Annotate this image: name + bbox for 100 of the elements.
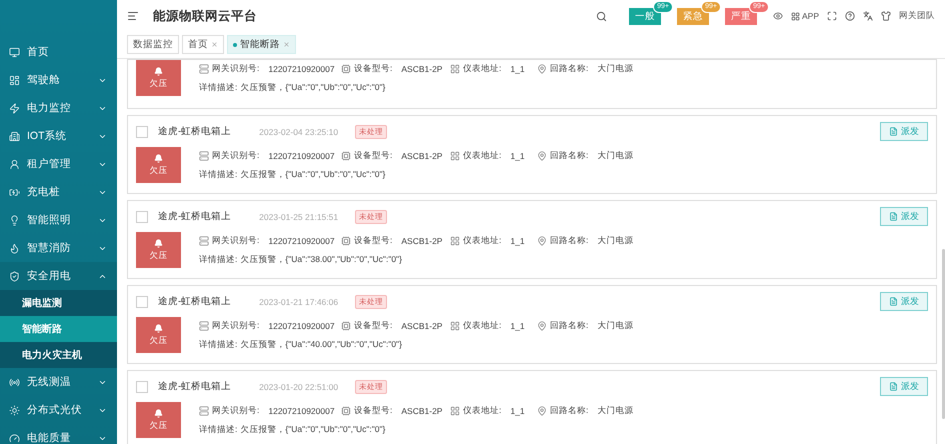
app-link[interactable]: APP bbox=[790, 11, 819, 21]
sidebar-item[interactable]: 分布式光伏 bbox=[0, 396, 117, 424]
description-text: 欠压报警，{"Ua":"0","Ub":"0","Uc":"0"} bbox=[240, 424, 386, 436]
field-value: 1_1 bbox=[510, 320, 525, 330]
field-icon bbox=[450, 150, 460, 160]
field-label: 网关识别号: bbox=[212, 150, 260, 162]
field-label: 设备型号: bbox=[354, 320, 392, 332]
dispatch-button[interactable]: 派发 bbox=[880, 122, 928, 141]
field-label: 网关识别号: bbox=[212, 62, 260, 74]
page-tab[interactable]: 智能断路 bbox=[227, 35, 296, 54]
field-value: 12207210920007 bbox=[268, 406, 335, 416]
field-icon bbox=[450, 320, 460, 330]
field-icon bbox=[450, 406, 460, 416]
document-icon bbox=[889, 382, 898, 391]
field-value: 12207210920007 bbox=[268, 64, 335, 74]
description-text: 欠压预警，{"Ua":"40.00","Ub":"0","Uc":"0"} bbox=[240, 338, 402, 350]
menu-icon bbox=[9, 158, 20, 170]
sidebar-subitem[interactable]: 电力火灾主机 bbox=[0, 342, 117, 368]
alarm-level-badge[interactable]: 一般 bbox=[628, 8, 661, 24]
field-value: 大门电源 bbox=[597, 150, 634, 162]
sidebar-item[interactable]: 驾驶舱 bbox=[0, 66, 117, 94]
field-label: 设备型号: bbox=[354, 150, 392, 162]
field-value: 大门电源 bbox=[597, 62, 634, 74]
sidebar-item[interactable]: 智能照明 bbox=[0, 206, 117, 234]
alarm-level-badge[interactable]: 严重 bbox=[724, 8, 757, 24]
sidebar-subitem[interactable]: 漏电监测 bbox=[0, 290, 117, 316]
search-icon[interactable] bbox=[596, 10, 607, 22]
field-icon bbox=[341, 236, 351, 246]
description-text: 欠压预警，{"Ua":"0","Ub":"0","Uc":"0"} bbox=[240, 82, 386, 94]
sidebar-subitem[interactable]: 智能断路 bbox=[0, 316, 117, 342]
checkbox[interactable] bbox=[136, 296, 148, 308]
fullscreen-icon[interactable] bbox=[827, 11, 837, 21]
sidebar-item[interactable]: 电能质量 bbox=[0, 424, 117, 444]
description-label: 详情描述: bbox=[199, 424, 238, 436]
field-icon bbox=[199, 320, 209, 330]
field-label: 仪表地址: bbox=[463, 320, 502, 332]
description-label: 详情描述: bbox=[199, 254, 238, 266]
field-label: 网关识别号: bbox=[212, 320, 260, 332]
field-label: 设备型号: bbox=[354, 404, 392, 416]
description-text: 欠压预警，{"Ua":"38.00","Ub":"0","Uc":"0"} bbox=[240, 254, 402, 266]
sidebar-item[interactable]: 租户管理 bbox=[0, 150, 117, 178]
scrollbar[interactable] bbox=[942, 249, 945, 419]
app-title: 能源物联网云平台 bbox=[153, 8, 258, 24]
checkbox[interactable] bbox=[136, 380, 148, 392]
menu-icon bbox=[9, 404, 20, 416]
document-icon bbox=[889, 212, 898, 221]
alarm-type-block: 欠压 bbox=[136, 317, 181, 353]
field-icon bbox=[537, 320, 547, 330]
page-tab[interactable]: 首页 bbox=[182, 35, 224, 54]
menu-icon[interactable] bbox=[127, 10, 139, 22]
field-label: 仪表地址: bbox=[463, 62, 502, 74]
field-icon bbox=[341, 150, 351, 160]
shirt-icon[interactable] bbox=[881, 11, 891, 21]
grid-icon bbox=[790, 12, 800, 20]
field-label: 仪表地址: bbox=[463, 234, 502, 246]
field-icon bbox=[450, 236, 460, 246]
description-text: 欠压报警，{"Ua":"0","Ub":"0","Uc":"0"} bbox=[240, 168, 386, 180]
page-tab[interactable]: 数据监控 bbox=[127, 35, 179, 54]
bell-icon bbox=[154, 66, 163, 76]
location-text: 途虎-虹桥电箱上 bbox=[158, 295, 232, 308]
sidebar-item[interactable]: 充电桩 bbox=[0, 178, 117, 206]
user-name[interactable]: 网关团队 bbox=[899, 10, 935, 22]
field-label: 回路名称: bbox=[550, 234, 588, 246]
alarm-type-block: 欠压 bbox=[136, 232, 181, 268]
menu-icon bbox=[9, 432, 20, 444]
sidebar-item[interactable]: 安全用电 bbox=[0, 262, 117, 290]
alarm-time: 2023-01-21 17:46:06 bbox=[259, 296, 340, 306]
description-label: 详情描述: bbox=[199, 82, 238, 94]
field-icon bbox=[341, 320, 351, 330]
field-label: 回路名称: bbox=[550, 150, 588, 162]
sidebar-item[interactable]: 首页 bbox=[0, 38, 117, 66]
bell-icon bbox=[154, 154, 163, 162]
dispatch-button[interactable]: 派发 bbox=[880, 207, 928, 226]
eye-icon[interactable] bbox=[772, 11, 783, 21]
location-text: 途虎-虹桥电箱上 bbox=[158, 125, 232, 138]
field-value: ASCB1-2P bbox=[401, 236, 442, 246]
field-icon bbox=[450, 64, 460, 74]
sidebar-item[interactable]: 无线测温 bbox=[0, 368, 117, 396]
checkbox[interactable] bbox=[136, 126, 148, 138]
field-value: ASCB1-2P bbox=[401, 64, 442, 74]
menu-icon bbox=[9, 130, 20, 142]
field-value: ASCB1-2P bbox=[401, 406, 442, 416]
bell-icon bbox=[154, 238, 163, 248]
field-icon bbox=[537, 150, 547, 160]
sidebar-item[interactable]: IOT系统 bbox=[0, 122, 117, 150]
help-icon[interactable] bbox=[845, 11, 855, 21]
sidebar-item[interactable]: 智慧消防 bbox=[0, 234, 117, 262]
field-value: 1_1 bbox=[510, 150, 525, 160]
bell-icon bbox=[154, 408, 163, 418]
active-dot bbox=[233, 42, 237, 46]
field-value: 大门电源 bbox=[597, 320, 634, 332]
field-label: 仪表地址: bbox=[463, 150, 502, 162]
language-icon[interactable] bbox=[863, 11, 873, 21]
field-icon bbox=[199, 406, 209, 416]
checkbox[interactable] bbox=[136, 210, 148, 222]
dispatch-button[interactable]: 派发 bbox=[880, 292, 928, 311]
dispatch-button[interactable]: 派发 bbox=[880, 377, 928, 396]
menu-icon bbox=[9, 102, 20, 114]
alarm-type-block: 欠压 bbox=[136, 60, 181, 96]
sidebar-item[interactable]: 电力监控 bbox=[0, 94, 117, 122]
